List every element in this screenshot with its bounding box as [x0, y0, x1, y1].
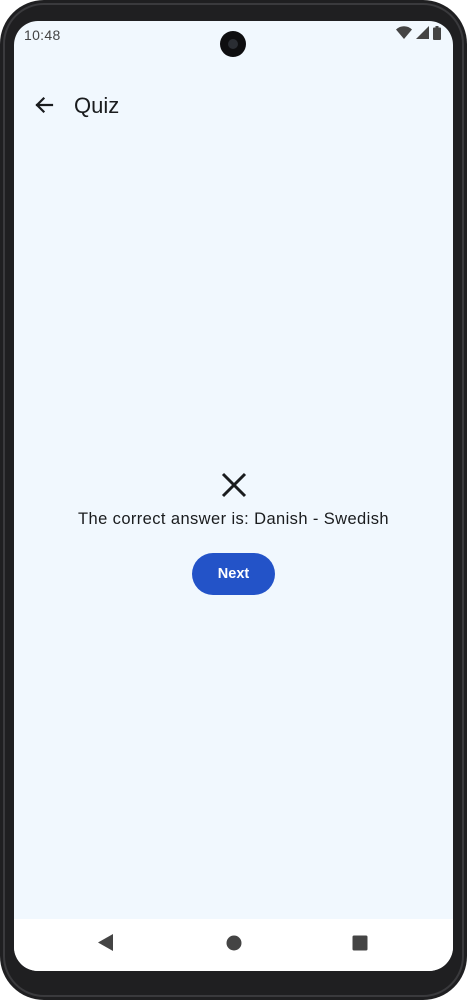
page-title: Quiz	[74, 93, 120, 118]
system-nav-bar	[14, 919, 453, 971]
screen: 10:48 Quiz The correct answer is: Danish…	[14, 21, 453, 971]
home-circle-icon	[226, 935, 242, 956]
battery-icon	[433, 25, 441, 45]
camera-cutout	[220, 31, 246, 57]
top-app-bar: Quiz	[14, 85, 453, 129]
next-button[interactable]: Next	[192, 553, 275, 595]
status-bar: 10:48	[14, 21, 453, 57]
back-triangle-icon	[98, 934, 114, 956]
answer-result: The correct answer is: Danish - Swedish …	[14, 471, 453, 595]
nav-recents-button[interactable]	[350, 935, 370, 955]
arrow-back-icon	[34, 95, 54, 120]
nav-home-button[interactable]	[224, 935, 244, 955]
signal-icon	[416, 26, 429, 44]
close-icon	[220, 471, 248, 499]
correct-answer-text: The correct answer is: Danish - Swedish	[78, 510, 389, 528]
back-button[interactable]	[30, 93, 58, 121]
recents-square-icon	[352, 935, 368, 956]
nav-back-button[interactable]	[96, 934, 116, 956]
status-icons	[396, 25, 441, 45]
status-time: 10:48	[24, 27, 61, 43]
wifi-icon	[396, 26, 412, 44]
device-frame: 10:48 Quiz The correct answer is: Danish…	[0, 0, 467, 1000]
